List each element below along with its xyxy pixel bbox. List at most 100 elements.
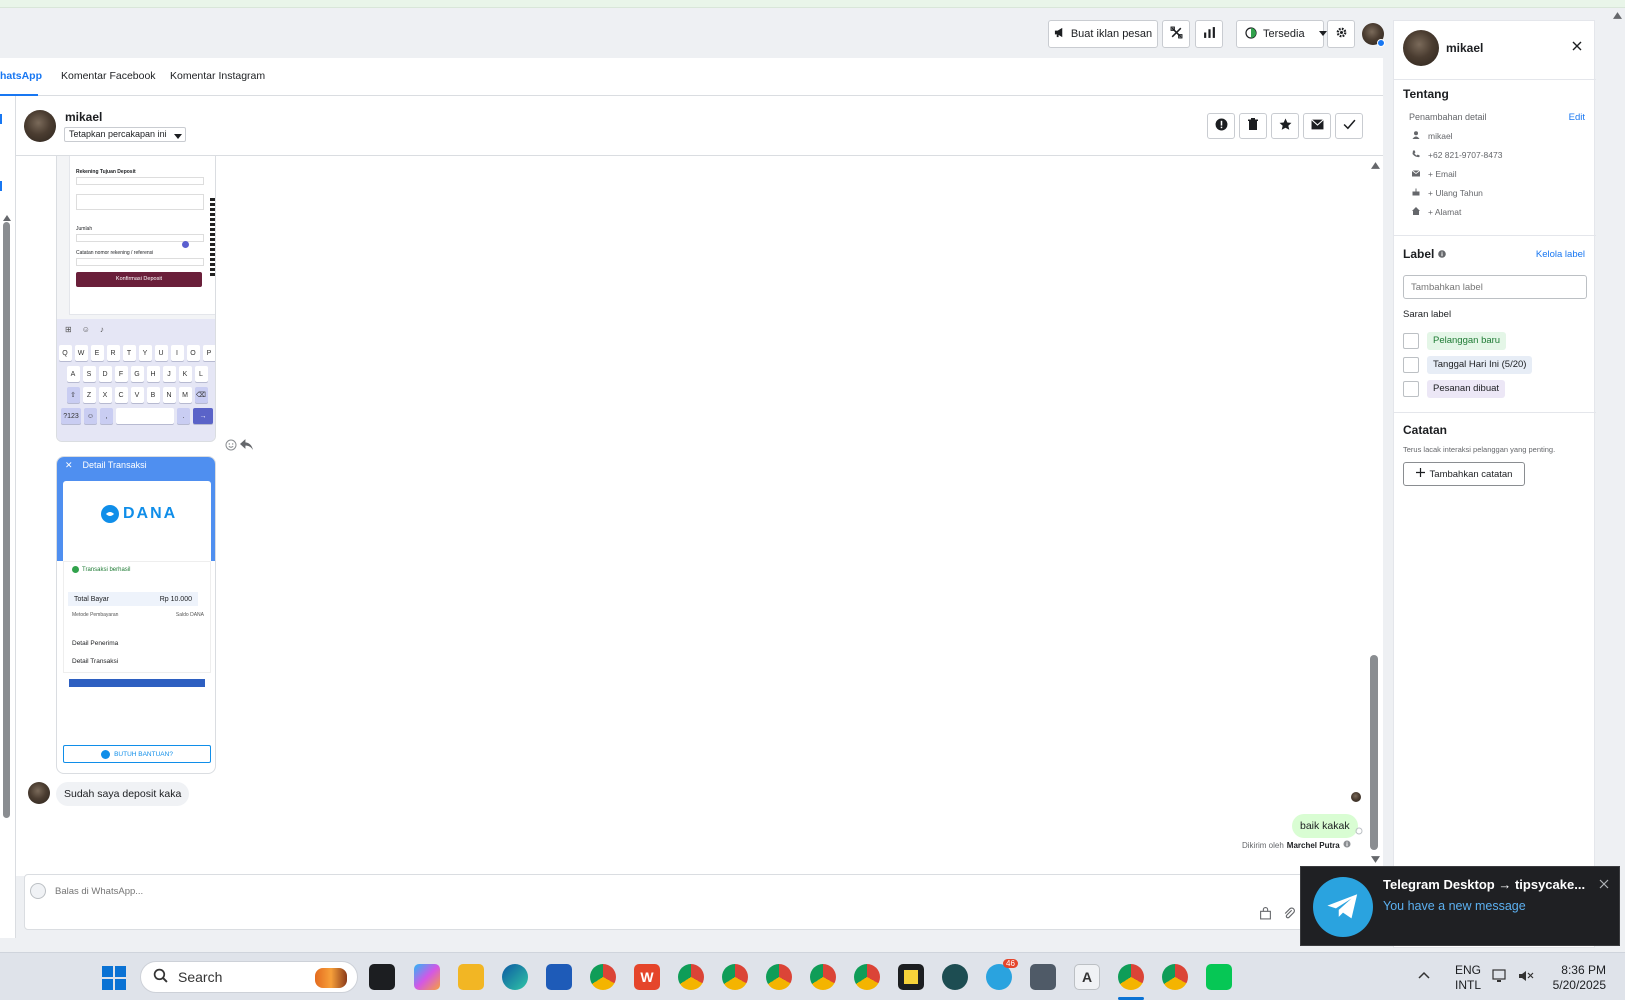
chat-scroll-down-icon[interactable] (1371, 854, 1380, 866)
ms-store-icon[interactable] (546, 964, 572, 990)
dana-logo-icon (101, 505, 119, 523)
home-icon (1412, 207, 1420, 217)
keyboard-key: M (178, 387, 192, 403)
github-desktop-icon[interactable] (942, 964, 968, 990)
star-conversation-button[interactable] (1271, 113, 1299, 139)
suggestion-chip-new-customer[interactable]: Pelanggan baru (1427, 332, 1507, 350)
reply-composer[interactable] (24, 874, 1334, 930)
mark-spam-button[interactable] (1207, 113, 1235, 139)
qr-code-edge (210, 198, 215, 278)
edge-browser-icon[interactable] (502, 964, 528, 990)
chrome-profile-icon-5[interactable] (854, 964, 880, 990)
assign-conversation-dropdown[interactable]: Tetapkan percakapan ini (64, 127, 186, 142)
availability-status-icon (1245, 26, 1257, 42)
manage-labels-link[interactable]: Kelola label (1536, 249, 1585, 260)
suggestion-checkbox-3[interactable] (1403, 381, 1419, 397)
chevron-up-icon[interactable] (1418, 970, 1430, 982)
detail-row-birthday[interactable]: + Ulang Tahun (1412, 188, 1483, 198)
suggestion-chip-today[interactable]: Tanggal Hari Ini (5/20) (1427, 356, 1533, 374)
conversation-header: mikael Tetapkan percakapan ini (16, 96, 1383, 156)
store-icon[interactable] (1259, 907, 1272, 923)
chrome-profile-icon-4[interactable] (810, 964, 836, 990)
reply-icon[interactable] (240, 439, 253, 453)
chat-scrollbar-thumb[interactable] (1370, 655, 1378, 850)
caret-down-icon (1318, 28, 1327, 40)
info-icon (1343, 840, 1351, 850)
chrome-profile-icon-1[interactable] (678, 964, 704, 990)
message-thread: Rekening Tujuan Deposit Jumlah Catatan n… (16, 156, 1383, 876)
calculator-icon[interactable] (1030, 964, 1056, 990)
mark-done-button[interactable] (1335, 113, 1363, 139)
chat-scroll-up-icon[interactable] (1371, 160, 1380, 172)
windows-taskbar: Search W 46 A ENG INTL 8:36 PM 5/20/2025 (0, 952, 1625, 1000)
chrome-icon-2[interactable] (1162, 964, 1188, 990)
keyboard-enter-key: → (193, 408, 213, 424)
volume-muted-icon[interactable] (1518, 969, 1534, 986)
suggestion-checkbox-1[interactable] (1403, 333, 1419, 349)
tab-instagram-comments[interactable]: Komentar Instagram (170, 70, 265, 82)
suggestion-checkbox-2[interactable] (1403, 357, 1419, 373)
windows-start-icon[interactable] (102, 966, 126, 993)
contact-avatar[interactable] (24, 110, 56, 142)
deposit-info-box (76, 194, 204, 210)
keyboard-key: X (98, 387, 112, 403)
mark-unread-button[interactable] (1303, 113, 1331, 139)
outgoing-message-bubble[interactable]: baik kakak (1292, 814, 1358, 838)
add-label-input[interactable] (1403, 275, 1587, 299)
panel-contact-avatar[interactable] (1403, 30, 1439, 66)
deposit-screenshot-image[interactable]: Rekening Tujuan Deposit Jumlah Catatan n… (56, 156, 216, 442)
sticky-notes-icon[interactable] (898, 964, 924, 990)
composer-avatar-icon (30, 883, 46, 899)
chrome-profile-icon-3[interactable] (766, 964, 792, 990)
availability-dropdown[interactable]: Tersedia (1236, 20, 1327, 48)
insights-button[interactable] (1195, 20, 1223, 48)
react-emoji-icon[interactable] (225, 439, 237, 454)
keyboard-key: Q (58, 345, 72, 361)
chrome-profile-icon-active[interactable] (1118, 964, 1144, 990)
close-toast-icon[interactable] (1599, 879, 1609, 892)
wps-office-icon[interactable]: W (634, 964, 660, 990)
settings-button[interactable] (1327, 20, 1355, 48)
tab-whatsapp[interactable]: hatsApp (0, 70, 42, 82)
file-explorer-icon[interactable] (458, 964, 484, 990)
taskbar-clock[interactable]: 8:36 PM 5/20/2025 (1550, 963, 1606, 993)
detail-row-address[interactable]: + Alamat (1412, 207, 1461, 217)
conversation-list-scrollbar[interactable] (3, 222, 10, 818)
line-app-icon[interactable] (1206, 964, 1232, 990)
dana-receipt-image[interactable]: ✕ Detail Transaksi DANA Transaksi berhas… (56, 456, 216, 774)
trash-icon (1247, 118, 1259, 134)
keyboard-key: N (162, 387, 176, 403)
taskbar-search-box[interactable]: Search (140, 961, 358, 993)
edit-details-link[interactable]: Edit (1569, 112, 1585, 123)
chrome-profile-icon-2[interactable] (722, 964, 748, 990)
keyboard-emoji-key: ☺ (84, 408, 97, 424)
incoming-message-bubble[interactable]: Sudah saya deposit kaka (56, 782, 190, 806)
reply-input[interactable] (55, 883, 755, 899)
sender-avatar[interactable] (28, 782, 50, 804)
page-scroll-up-icon[interactable] (1613, 10, 1622, 22)
telegram-notification-toast[interactable]: Telegram Desktop → tipsycake... You have… (1300, 866, 1620, 946)
keyboard-key: F (114, 366, 128, 382)
network-icon[interactable] (1492, 969, 1508, 986)
attachment-icon[interactable] (1283, 907, 1296, 923)
detail-email-text: + Email (1428, 169, 1457, 179)
close-panel-icon[interactable] (1572, 41, 1582, 54)
boost-message-button[interactable]: Buat iklan pesan (1048, 20, 1158, 48)
language-indicator[interactable]: ENG INTL (1455, 963, 1481, 993)
receipt-help-label: BUTUH BANTUAN? (114, 750, 173, 758)
keyboard-key: I (170, 345, 184, 361)
task-view-icon[interactable] (369, 964, 395, 990)
detail-row-email[interactable]: + Email (1411, 169, 1457, 179)
detail-name-text: mikael (1428, 131, 1453, 141)
detail-row-name: mikael (1412, 131, 1453, 141)
notes-description: Terus lacak interaksi pelanggan yang pen… (1403, 445, 1556, 454)
integrations-button[interactable] (1162, 20, 1190, 48)
delete-conversation-button[interactable] (1239, 113, 1267, 139)
chrome-icon[interactable] (590, 964, 616, 990)
contact-name: mikael (65, 110, 103, 124)
text-editor-icon[interactable]: A (1074, 964, 1100, 990)
tab-facebook-comments[interactable]: Komentar Facebook (61, 70, 156, 82)
suggestion-chip-order-created[interactable]: Pesanan dibuat (1427, 380, 1506, 398)
add-note-button[interactable]: Tambahkan catatan (1403, 462, 1525, 486)
copilot-icon[interactable] (414, 964, 440, 990)
